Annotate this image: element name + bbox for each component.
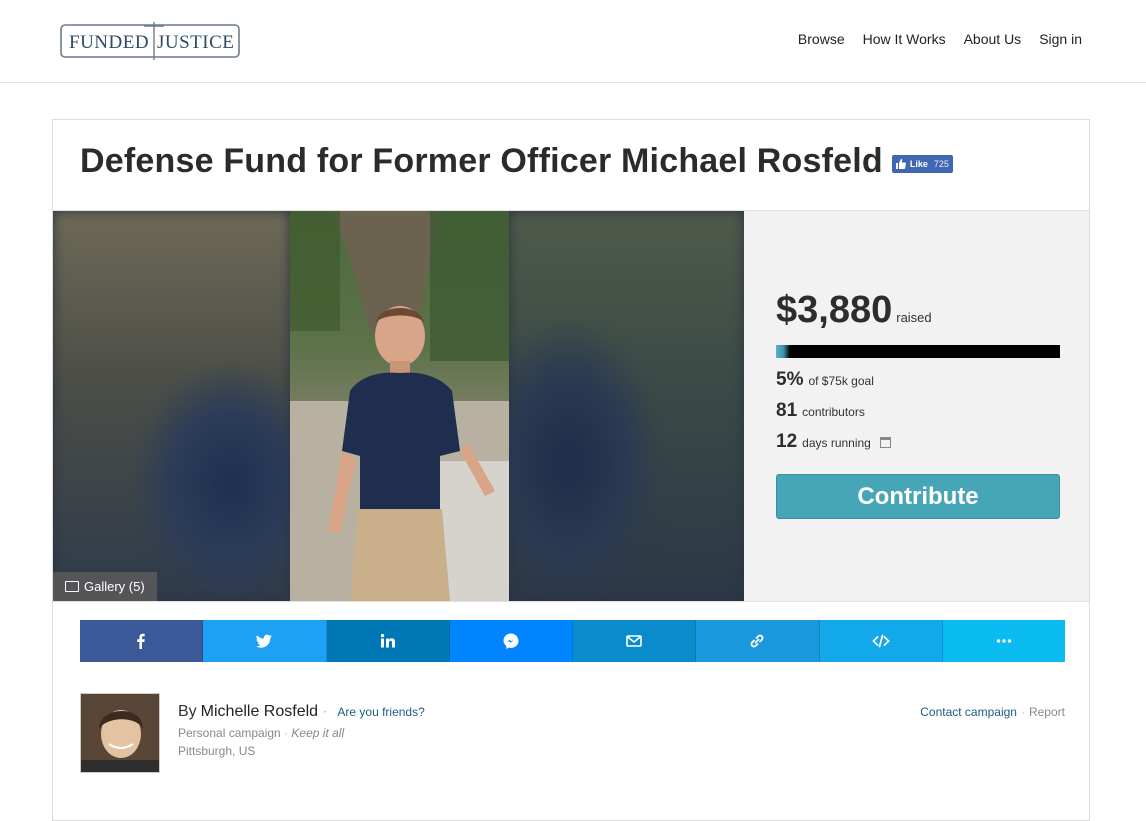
code-icon — [871, 634, 890, 648]
share-facebook-button[interactable] — [80, 620, 204, 662]
campaign-meta: Personal campaign · Keep it all — [178, 726, 344, 740]
progress-bar — [776, 345, 1060, 358]
copy-link-button[interactable] — [696, 620, 820, 662]
separator-dot: · — [1020, 705, 1025, 719]
campaign-photo[interactable] — [290, 211, 509, 601]
separator-dot: · — [284, 726, 289, 740]
image-icon — [65, 581, 79, 592]
organizer-avatar[interactable] — [80, 693, 160, 773]
percent-value: 5% — [776, 369, 804, 390]
thumbs-up-icon — [895, 158, 906, 169]
linkedin-icon — [380, 633, 395, 648]
svg-text:FUNDED: FUNDED — [69, 32, 149, 53]
facebook-icon — [137, 633, 145, 649]
messenger-icon — [503, 633, 519, 649]
days-stat: 12 days running — [776, 431, 891, 453]
are-you-friends-link[interactable]: Are you friends? — [337, 705, 424, 719]
contact-campaign-link[interactable]: Contact campaign — [920, 705, 1017, 719]
gallery-button[interactable]: Gallery (5) — [53, 572, 157, 601]
nav-about-us[interactable]: About Us — [964, 31, 1022, 47]
divider — [53, 601, 1089, 602]
svg-text:JUSTICE: JUSTICE — [157, 32, 234, 53]
amount-raised: $3,880 — [776, 289, 893, 331]
days-value: 12 — [776, 431, 798, 452]
by-label: By — [178, 703, 197, 720]
title-row: Defense Fund for Former Officer Michael … — [80, 142, 953, 181]
progress-fill — [776, 345, 791, 358]
link-icon — [751, 634, 764, 648]
campaign-type: Personal campaign — [178, 726, 281, 740]
raised-row: $3,880 raised — [776, 289, 932, 332]
facebook-like-button[interactable]: Like 725 — [891, 154, 953, 173]
share-email-button[interactable] — [573, 620, 697, 662]
email-icon — [626, 635, 642, 647]
separator-dot: · — [322, 703, 328, 720]
blurred-photo-left — [53, 211, 290, 601]
contributors-label: contributors — [802, 405, 865, 419]
blurred-photo-right — [509, 211, 744, 601]
more-share-button[interactable] — [942, 620, 1065, 662]
goal-stat: 5% of $75k goal — [776, 369, 874, 391]
like-count: 725 — [933, 158, 949, 169]
funded-justice-logo[interactable]: FUNDED JUSTICE — [60, 20, 240, 62]
share-linkedin-button[interactable] — [326, 620, 450, 662]
nav-how-it-works[interactable]: How It Works — [863, 31, 946, 47]
top-navbar: FUNDED JUSTICE Browse How It Works About… — [0, 0, 1146, 83]
nav-sign-in[interactable]: Sign in — [1039, 31, 1082, 47]
more-icon — [996, 639, 1012, 643]
contributors-stat: 81 contributors — [776, 400, 865, 422]
embed-button[interactable] — [819, 620, 943, 662]
like-label: Like — [909, 158, 928, 169]
twitter-icon — [256, 634, 273, 648]
stats-panel: $3,880 raised 5% of $75k goal 81 contrib… — [744, 211, 1089, 601]
campaign-title: Defense Fund for Former Officer Michael … — [80, 142, 883, 180]
nav-browse[interactable]: Browse — [798, 31, 845, 47]
share-bar — [80, 620, 1065, 662]
campaign-card: Defense Fund for Former Officer Michael … — [52, 119, 1090, 821]
gallery-label: Gallery (5) — [84, 579, 145, 594]
report-link[interactable]: Report — [1029, 705, 1065, 719]
keep-it-all-label: Keep it all — [291, 726, 345, 740]
calendar-icon — [879, 437, 891, 448]
organizer-name[interactable]: Michelle Rosfeld — [201, 703, 318, 721]
share-twitter-button[interactable] — [203, 620, 327, 662]
goal-label: of $75k goal — [808, 374, 874, 388]
organizer-location: Pittsburgh, US — [178, 744, 256, 758]
share-messenger-button[interactable] — [449, 620, 573, 662]
raised-label: raised — [896, 310, 932, 325]
main-nav: Browse How It Works About Us Sign in — [798, 31, 1082, 47]
contribute-button[interactable]: Contribute — [776, 474, 1060, 519]
days-label: days running — [802, 436, 871, 450]
campaign-media[interactable]: Gallery (5) — [53, 211, 744, 601]
contributors-value: 81 — [776, 400, 798, 421]
campaign-actions: Contact campaign · Report — [920, 705, 1065, 719]
organizer-row: By Michelle Rosfeld · Are you friends? — [178, 703, 425, 721]
